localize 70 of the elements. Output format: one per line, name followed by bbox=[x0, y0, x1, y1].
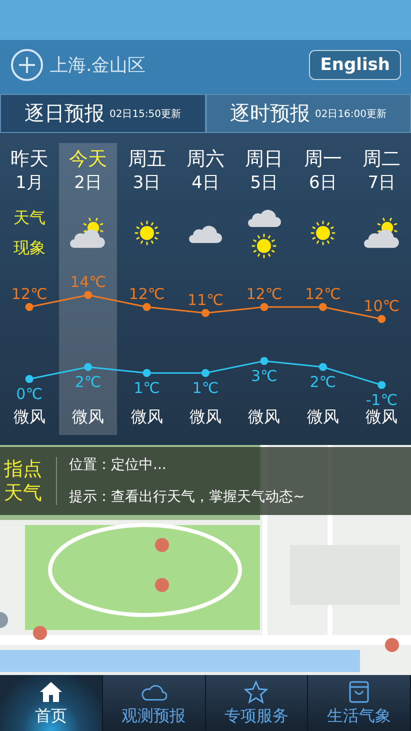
temperature-point bbox=[142, 369, 151, 377]
temperature-point bbox=[260, 357, 268, 365]
wind-text: 微风 bbox=[130, 407, 164, 428]
temperature-label: 1℃ bbox=[134, 379, 160, 397]
temperature-label: 3℃ bbox=[251, 367, 278, 385]
day-date: 3日 bbox=[132, 172, 161, 195]
sun-behind-cloud-icon bbox=[70, 217, 106, 249]
temperature-point bbox=[318, 363, 327, 371]
sun-behind-cloud-icon bbox=[364, 217, 400, 249]
sun-icon bbox=[132, 219, 161, 247]
day-name: 周日 bbox=[245, 147, 284, 171]
nav-tab[interactable]: 生活气象 bbox=[308, 675, 411, 731]
day-date: 1月 bbox=[15, 172, 44, 195]
day-date: 6日 bbox=[309, 172, 337, 195]
day-date: 2日 bbox=[74, 172, 102, 195]
temperature-point bbox=[84, 363, 92, 371]
nav-tab[interactable]: 观测预报 bbox=[102, 675, 206, 731]
language-button[interactable]: English bbox=[309, 50, 401, 80]
forecast-tab[interactable]: 逐时预报 02日16:00更新 bbox=[206, 94, 411, 133]
temperature-label: 2℃ bbox=[74, 373, 102, 391]
star-icon bbox=[243, 680, 270, 704]
day-name: 周五 bbox=[128, 147, 166, 171]
temperature-point bbox=[84, 291, 92, 299]
temperature-point bbox=[202, 309, 210, 317]
add-icon[interactable] bbox=[10, 48, 44, 82]
temperature-label: 12℃ bbox=[128, 285, 165, 303]
day-name: 昨天 bbox=[10, 147, 48, 171]
temperature-label: 10℃ bbox=[364, 297, 400, 315]
home-icon bbox=[38, 680, 64, 704]
day-name: 今天 bbox=[69, 147, 108, 171]
day-date: 7日 bbox=[368, 172, 396, 195]
forecast-tab[interactable]: 逐日预报 02日15:50更新 bbox=[0, 94, 206, 133]
temperature-label: 0℃ bbox=[16, 385, 43, 403]
nav-tab[interactable]: 专项服务 bbox=[206, 675, 308, 731]
temperature-point bbox=[202, 369, 210, 377]
temperature-label: 11℃ bbox=[188, 291, 224, 309]
location-text: 位置：定位中... bbox=[69, 456, 168, 474]
sun-icon bbox=[250, 232, 278, 260]
temperature-point bbox=[25, 303, 34, 311]
nav-tab[interactable]: 首页 bbox=[0, 675, 103, 731]
weather-label: 现象 bbox=[13, 237, 46, 259]
wind-text: 微风 bbox=[71, 407, 106, 428]
temperature-point bbox=[142, 303, 151, 311]
temperature-label: 1℃ bbox=[192, 379, 219, 397]
day-name: 周一 bbox=[304, 147, 342, 171]
temperature-label: 2℃ bbox=[310, 373, 336, 391]
temperature-label: 12℃ bbox=[246, 285, 282, 303]
temperature-label: 14℃ bbox=[70, 273, 106, 291]
wind-text: 微风 bbox=[364, 407, 399, 428]
temperature-label: 12℃ bbox=[304, 285, 341, 303]
sun-icon bbox=[308, 219, 337, 247]
temperature-point bbox=[318, 303, 327, 311]
city-name: 上海.金山区 bbox=[50, 54, 147, 77]
day-date: 4日 bbox=[192, 172, 220, 195]
wind-text: 微风 bbox=[247, 407, 282, 428]
temperature-label: -1℃ bbox=[366, 391, 398, 407]
wind-text: 微风 bbox=[12, 407, 46, 428]
temperature-point bbox=[378, 315, 386, 323]
hint-text: 提示：查看出行天气，掌握天气动态~ bbox=[69, 488, 305, 506]
temperature-point bbox=[378, 381, 386, 389]
wind-text: 微风 bbox=[306, 407, 340, 428]
temperature-point bbox=[25, 375, 34, 383]
day-name: 周六 bbox=[186, 147, 224, 171]
wind-text: 微风 bbox=[188, 407, 222, 428]
day-name: 周二 bbox=[362, 147, 401, 171]
temperature-point bbox=[260, 303, 268, 311]
temperature-label: 12℃ bbox=[11, 285, 48, 303]
weather-label: 天气 bbox=[13, 207, 46, 229]
feature-title[interactable]: 指点天气 bbox=[0, 457, 57, 505]
day-date: 5日 bbox=[250, 172, 278, 195]
